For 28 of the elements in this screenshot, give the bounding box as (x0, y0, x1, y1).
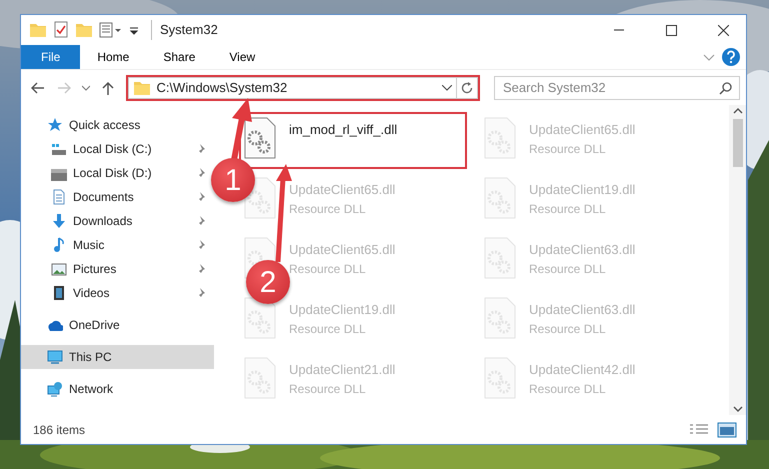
file-type: Resource DLL (529, 320, 607, 338)
ribbon-tab[interactable]: View (212, 45, 272, 69)
window-title: System32 (151, 20, 218, 40)
file-type: Resource DLL (529, 380, 607, 398)
navigation-item[interactable]: Network (21, 377, 214, 401)
navigation-item[interactable]: This PC (21, 345, 214, 369)
navigation-item[interactable]: OneDrive (21, 313, 214, 337)
navigation-item[interactable]: Quick access (21, 113, 214, 137)
file-type: Resource DLL (289, 320, 367, 338)
navigation-item[interactable]: Local Disk (D:) (21, 161, 156, 185)
ribbon-tab[interactable]: Share (146, 45, 212, 69)
navigation-item[interactable]: Downloads (21, 209, 136, 233)
navigation-item[interactable]: Local Disk (C:) (21, 137, 156, 161)
item-count: 186 items (33, 422, 86, 438)
file-type: Resource DLL (529, 140, 607, 158)
file-type: Resource DLL (289, 260, 367, 278)
file-name[interactable]: im_mod_rl_viff_.dll (289, 120, 398, 140)
ribbon-tab[interactable]: Home (80, 45, 146, 69)
search-field[interactable]: Search System32 (494, 76, 740, 100)
file-menu-button[interactable]: File (21, 45, 80, 69)
navigation-item[interactable]: Documents (21, 185, 138, 209)
navigation-item[interactable]: Videos (21, 281, 114, 305)
navigation-item[interactable]: Music (21, 233, 108, 257)
file-type: Resource DLL (529, 260, 607, 278)
file-type: Resource DLL (289, 200, 367, 218)
navigation-item[interactable]: Pictures (21, 257, 120, 281)
file-type: Resource DLL (289, 380, 367, 398)
file-type: Resource DLL (529, 200, 607, 218)
